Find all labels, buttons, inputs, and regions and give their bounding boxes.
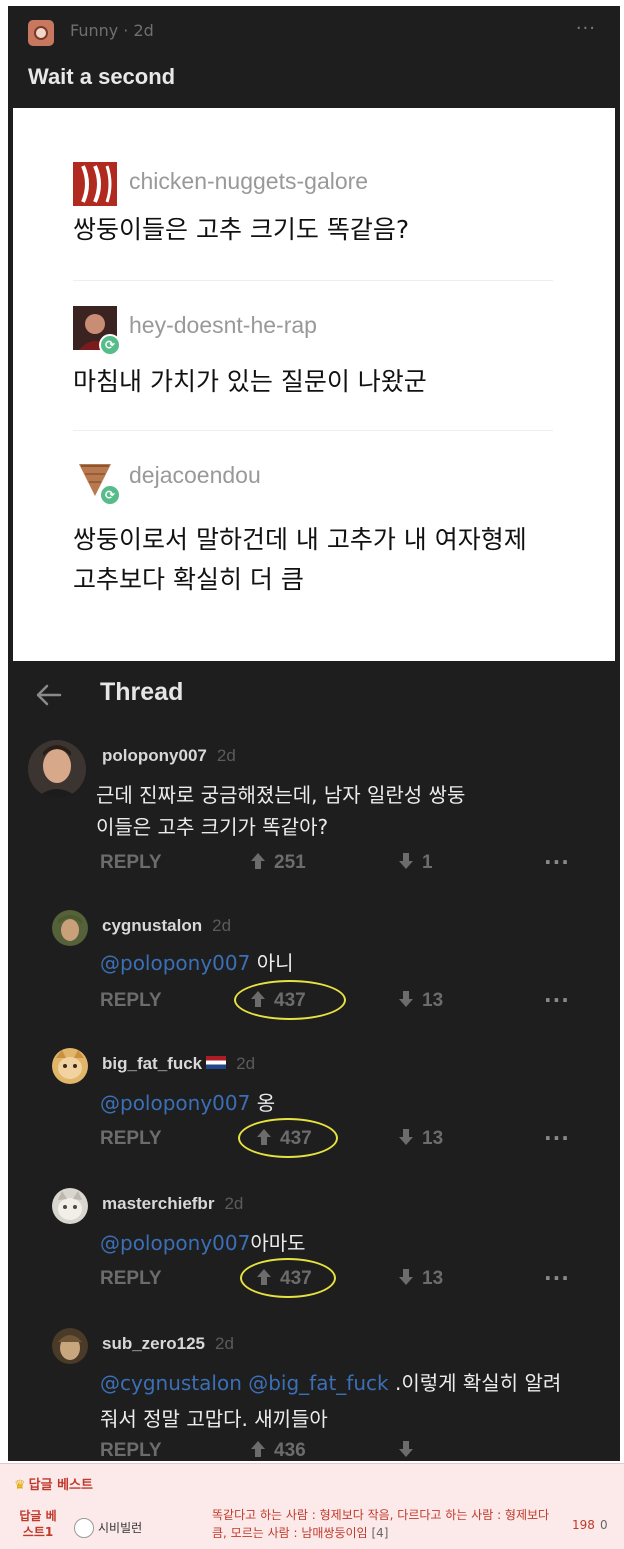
downvote-arrow-icon: [399, 991, 413, 1007]
downvote-button[interactable]: [398, 1440, 422, 1461]
upvote-count: 251: [274, 852, 306, 873]
tumblr-username: hey-doesnt-he-rap: [129, 312, 317, 338]
username[interactable]: 시비빌런: [98, 1521, 142, 1535]
highlight-circle: [240, 1258, 336, 1298]
downvote-count: 13: [422, 1268, 444, 1289]
downvote-count: 13: [422, 1128, 444, 1149]
avatar[interactable]: [52, 1328, 88, 1364]
timestamp: 2d: [236, 1054, 256, 1073]
timestamp: 2d: [224, 1194, 244, 1213]
best-reply-panel: ♛ 답글 베스트 답글 베스트1 시비빌런 똑같다고 하는 사람 : 형제보다 작…: [0, 1463, 624, 1549]
tumblr-text: 마침내 가치가 있는 질문이 나왔군: [73, 367, 427, 396]
comment-text: @cygnustalon @big_fat_fuck .이렇게 확실히 알려: [100, 1371, 562, 1395]
tumblr-username: dejacoendou: [129, 462, 261, 488]
username[interactable]: masterchiefbr: [102, 1194, 214, 1213]
timestamp: 2d: [215, 1334, 234, 1353]
mention-link[interactable]: @polopony007: [100, 1231, 250, 1255]
mention-link[interactable]: @polopony007: [100, 951, 250, 975]
user-avatar-icon: [74, 1518, 94, 1538]
reply-button[interactable]: REPLY: [100, 990, 162, 1012]
username[interactable]: cygnustalon: [102, 916, 202, 935]
reply-button[interactable]: REPLY: [100, 1268, 162, 1290]
upvote-arrow-icon: [251, 1441, 265, 1457]
tumblr-text: 쌍둥이들은 고추 크기도 똑같음?: [73, 215, 410, 244]
post-header: Funny · 2d ···: [8, 6, 620, 56]
downvote-count: 0: [600, 1518, 608, 1532]
reply-button[interactable]: REPLY: [100, 1440, 162, 1461]
crown-icon: ♛: [14, 1478, 26, 1493]
downvote-button[interactable]: 1: [398, 852, 433, 874]
avatar[interactable]: [28, 740, 86, 798]
comment-text: 이들은 고추 크기가 똑같아?: [96, 815, 329, 839]
thread-title: Thread: [100, 678, 184, 706]
reply-button[interactable]: REPLY: [100, 852, 162, 874]
comment-author[interactable]: polopony007 2d: [102, 746, 236, 766]
highlight-circle: [238, 1118, 338, 1158]
best-reply-author[interactable]: 시비빌런: [74, 1518, 142, 1538]
reply-count: [4]: [371, 1526, 389, 1540]
comment-author[interactable]: big_fat_fuck 2d: [102, 1054, 255, 1074]
comment-author[interactable]: masterchiefbr 2d: [102, 1194, 243, 1214]
more-options-icon[interactable]: ···: [544, 1266, 570, 1290]
avatar[interactable]: [52, 1188, 88, 1224]
username[interactable]: polopony007: [102, 746, 207, 765]
downvote-button[interactable]: 13: [398, 1128, 443, 1150]
reblog-icon: ⟳: [99, 484, 121, 506]
username[interactable]: sub_zero125: [102, 1334, 205, 1353]
avatar[interactable]: [52, 1048, 88, 1084]
reply-button[interactable]: REPLY: [100, 1128, 162, 1150]
downvote-count: 13: [422, 990, 444, 1011]
more-options-icon[interactable]: ···: [544, 988, 570, 1012]
comment-text: @polopony007아마도: [100, 1231, 306, 1255]
divider: [73, 280, 553, 281]
more-options-icon[interactable]: ···: [544, 850, 570, 874]
post-title[interactable]: Wait a second: [28, 64, 175, 90]
nuggets-avatar-icon: [73, 162, 117, 206]
highlight-circle: [234, 980, 346, 1020]
community-line[interactable]: Funny · 2d: [70, 21, 154, 40]
back-arrow-icon[interactable]: [34, 680, 64, 710]
upvote-button[interactable]: 436: [250, 1440, 306, 1461]
downvote-arrow-icon: [399, 1269, 413, 1285]
username[interactable]: big_fat_fuck: [102, 1054, 202, 1073]
community-icon[interactable]: [28, 20, 54, 46]
downvote-count: 1: [422, 852, 433, 873]
downvote-button[interactable]: 13: [398, 1268, 443, 1290]
best-reply-header: ♛ 답글 베스트: [14, 1478, 93, 1493]
upvote-count: 198: [572, 1518, 595, 1532]
reblog-icon: ⟳: [99, 334, 121, 356]
comment-author[interactable]: sub_zero125 2d: [102, 1334, 234, 1354]
mention-link[interactable]: @cygnustalon @big_fat_fuck: [100, 1371, 389, 1395]
mention-link[interactable]: @polopony007: [100, 1091, 250, 1115]
reddit-app: Funny · 2d ··· Wait a second chicken-nug…: [8, 6, 620, 1461]
tumblr-text: 고추보다 확실히 더 큼: [73, 565, 304, 594]
upvote-arrow-icon: [251, 853, 265, 869]
downvote-button[interactable]: 13: [398, 990, 443, 1012]
comment-text: 줘서 정말 고맙다. 새끼들아: [100, 1407, 328, 1431]
avatar[interactable]: [52, 910, 88, 946]
downvote-arrow-icon: [399, 1129, 413, 1145]
comment-author[interactable]: cygnustalon 2d: [102, 916, 231, 936]
upvote-count: 436: [274, 1440, 306, 1461]
tumblr-username: chicken-nuggets-galore: [129, 168, 369, 194]
more-options-icon[interactable]: ···: [544, 1126, 570, 1150]
best-reply-text[interactable]: 똑같다고 하는 사람 : 형제보다 작음, 다르다고 하는 사람 : 형제보다 …: [212, 1506, 562, 1542]
divider: [73, 430, 553, 431]
comment-text: @polopony007 옹: [100, 1091, 276, 1115]
more-options-icon[interactable]: ···: [576, 18, 596, 39]
comment-text: @polopony007 아니: [100, 951, 294, 975]
timestamp: 2d: [216, 746, 236, 765]
upvote-button[interactable]: 251: [250, 852, 306, 874]
tumblr-text: 쌍둥이로서 말하건데 내 고추가 내 여자형제: [73, 525, 527, 554]
thread-header: Thread: [8, 668, 620, 724]
comment-text: 근데 진짜로 궁금해졌는데, 남자 일란성 쌍둥: [96, 783, 466, 807]
downvote-arrow-icon: [399, 1441, 413, 1457]
best-reply-label: 답글 베스트1: [19, 1509, 57, 1539]
timestamp: 2d: [212, 916, 232, 935]
tumblr-screenshot[interactable]: chicken-nuggets-galore 쌍둥이들은 고추 크기도 똑같음?…: [13, 108, 615, 661]
downvote-arrow-icon: [399, 853, 413, 869]
netherlands-flag-icon: [206, 1056, 227, 1069]
